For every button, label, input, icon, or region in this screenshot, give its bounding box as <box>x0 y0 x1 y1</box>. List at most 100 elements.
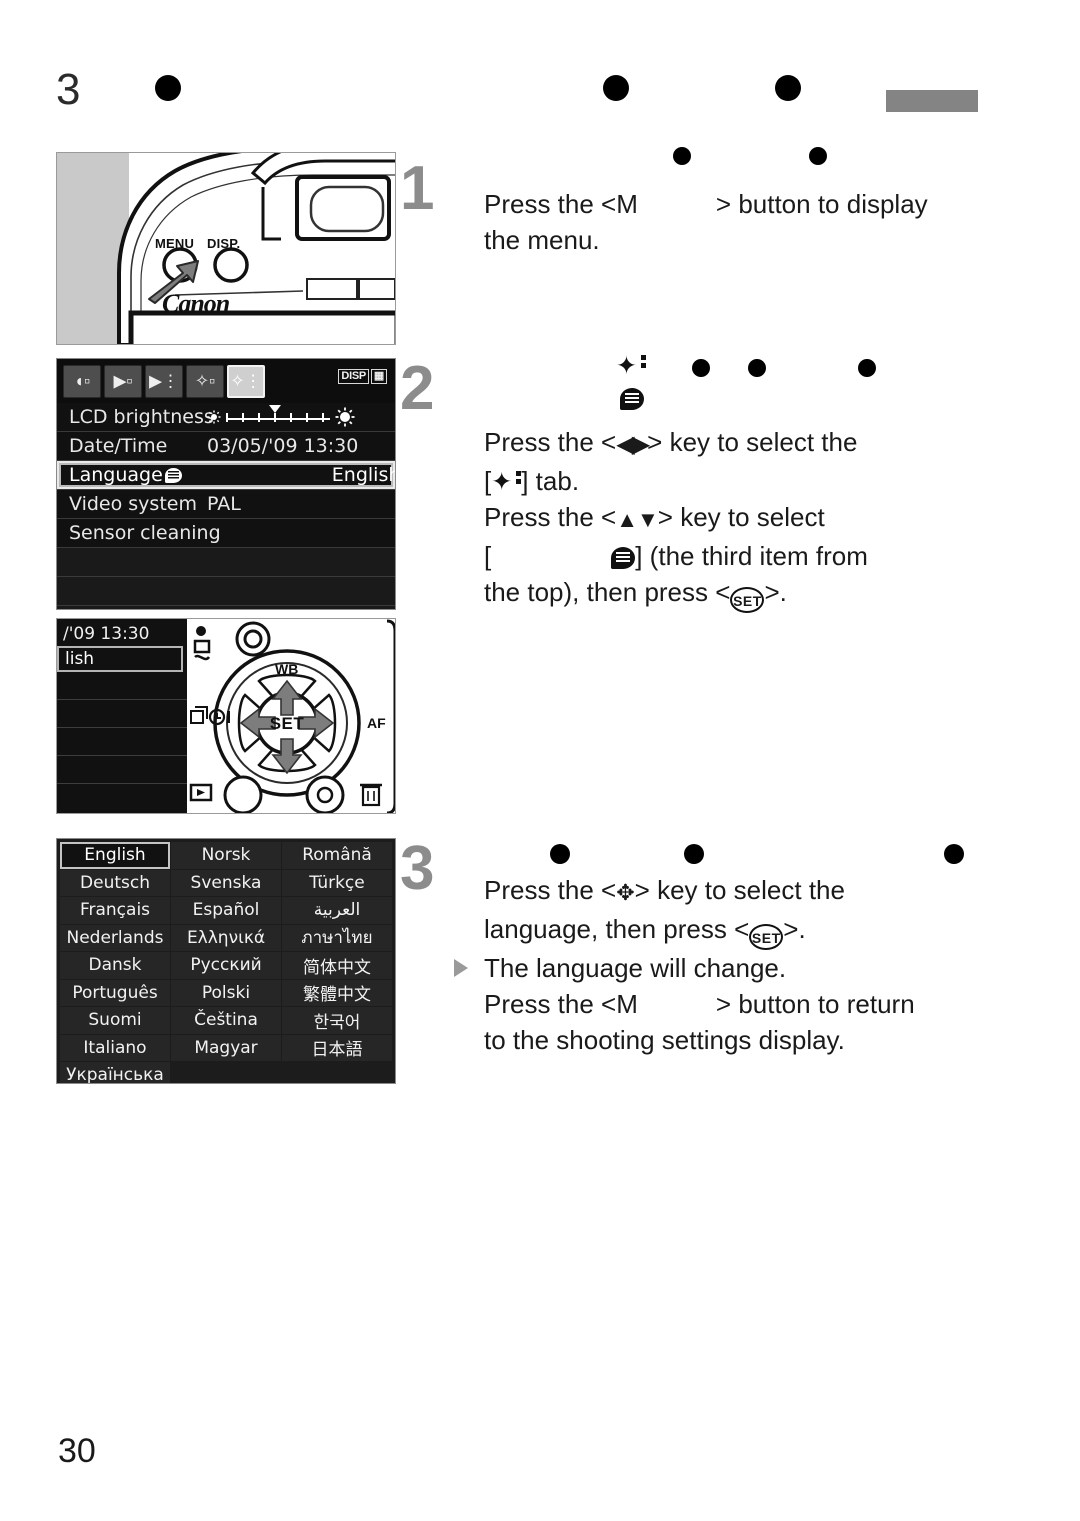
instruction-step-2: ✦ Press the <◀▶> key to select the [✦] t… <box>484 348 1029 613</box>
step1-text: Press the <M > button to display the menu… <box>484 186 1029 258</box>
lcd-blank-row <box>57 756 187 784</box>
lcd-blank-row <box>57 728 187 756</box>
step3-line-3: The language will change. <box>454 950 1029 986</box>
redaction-dot <box>748 359 766 377</box>
lcd-blank-row <box>57 672 187 700</box>
language-cell[interactable]: Norsk <box>171 842 281 869</box>
instruction-step-3: Press the <✥> key to select the language… <box>454 838 1029 1058</box>
play-icon: ▶⋮ <box>148 371 180 391</box>
menu-row-date-time[interactable]: Date/Time 03/05/'09 13:30 <box>57 432 395 461</box>
step2-line1-pre: Press the < <box>484 427 617 457</box>
step3-line-1: Press the <✥> key to select the <box>484 872 1029 911</box>
language-cell[interactable]: Nederlands <box>60 924 170 951</box>
language-cell[interactable]: 简体中文 <box>282 952 392 979</box>
menu-tab-bar: ◖▫ ▶▫ ▶⋮ ✧▫ ✧⋮ DISP ▦ <box>57 359 395 403</box>
step2-line-4: [] (the third item from <box>484 538 1029 574</box>
language-cell[interactable]: Suomi <box>60 1007 170 1034</box>
disp-badge: DISP ▦ <box>338 369 387 384</box>
language-cell[interactable]: 繁體中文 <box>282 979 392 1006</box>
menu-row-empty <box>57 577 395 606</box>
menu-row-label: Date/Time <box>69 435 168 457</box>
step2-text: Press the <◀▶> key to select the [✦] tab… <box>484 424 1029 613</box>
language-cell[interactable]: Русский <box>171 952 281 979</box>
instruction-step-1: Press the <M > button to display the menu… <box>484 186 1029 258</box>
wrench-tab-icon: ✦ <box>616 352 646 379</box>
language-cell[interactable]: Română <box>282 842 392 869</box>
language-cell[interactable]: Dansk <box>60 952 170 979</box>
redaction-dot <box>603 75 629 101</box>
step3-line-5: to the shooting settings display. <box>484 1025 845 1055</box>
lcd-selected-language: lish <box>57 646 183 672</box>
step3-line1-post: > key to select the <box>634 875 845 905</box>
menu-tab-setup-2[interactable]: ✧⋮ <box>227 364 265 398</box>
language-cell[interactable]: Italiano <box>60 1034 170 1061</box>
menu-tab-shooting-1[interactable]: ◖▫ <box>63 364 101 398</box>
set-button-icon: SET <box>749 924 784 950</box>
step1-line1-pre: Press the <M <box>484 189 638 219</box>
menu-row-sensor-cleaning[interactable]: Sensor cleaning <box>57 519 395 548</box>
af-label: AF <box>367 715 386 731</box>
menu-tab-setup-1[interactable]: ✧▫ <box>186 364 224 398</box>
language-cell[interactable]: ภาษาไทย <box>282 924 392 951</box>
redaction-dot <box>775 75 801 101</box>
language-cell[interactable]: Español <box>171 897 281 924</box>
language-cell[interactable]: Polski <box>171 979 281 1006</box>
menu-row-value: English <box>331 464 396 486</box>
step2-heading-row-2 <box>484 388 1029 424</box>
lcd-brightness-slider[interactable] <box>207 405 355 427</box>
language-cell[interactable]: Türkçe <box>282 869 392 896</box>
step2-line5-post: >. <box>764 577 787 607</box>
language-cell[interactable]: Ελληνικά <box>171 924 281 951</box>
step2-line3-post: > key to select <box>657 502 825 532</box>
step3-heading-row <box>484 838 1029 872</box>
menu-tab-playback-2[interactable]: ▶⋮ <box>145 364 183 398</box>
step2-line2-post: ] tab. <box>521 466 580 496</box>
language-bubble-icon <box>620 388 644 410</box>
dpad-lcd-crop: /'09 13:30 lish <box>57 619 187 813</box>
wrench-dots <box>516 471 522 487</box>
step2-line4-post: ] (the third item from <box>635 541 868 571</box>
step2-line-2: [✦] tab. <box>484 463 1029 499</box>
language-grid: English Norsk Română Deutsch Svenska Tür… <box>60 842 392 1083</box>
redaction-dot <box>550 844 570 864</box>
step1-line1-post: > button to display <box>715 189 928 219</box>
language-cell[interactable]: Português <box>60 979 170 1006</box>
language-cell[interactable]: 日本語 <box>282 1034 392 1061</box>
menu-row-lcd-brightness[interactable]: LCD brightness <box>57 403 395 432</box>
left-right-arrow-icon: ◀▶ <box>616 431 650 458</box>
language-cell[interactable]: Українська <box>60 1062 170 1083</box>
menu-row-label: LCD brightness <box>69 406 214 428</box>
language-cell[interactable]: العربية <box>282 897 392 924</box>
up-down-arrow-icon: ▲▼ <box>616 507 659 532</box>
dpad-panel: WB AF SET <box>187 619 395 813</box>
sun-large-icon <box>335 407 355 427</box>
language-cell[interactable]: Čeština <box>171 1007 281 1034</box>
step1-line-2: the menu. <box>484 225 600 255</box>
page-number: 30 <box>58 1432 96 1470</box>
language-cell[interactable]: Svenska <box>171 869 281 896</box>
menu-row-video-system[interactable]: Video system PAL <box>57 490 395 519</box>
disp-label: DISP <box>338 369 369 384</box>
figure-dpad-controls: /'09 13:30 lish WB AF SET <box>56 618 396 814</box>
language-cell[interactable]: Deutsch <box>60 869 170 896</box>
menu-tab-playback-1[interactable]: ▶▫ <box>104 364 142 398</box>
step-number-1: 1 <box>400 154 435 223</box>
figure-camera-menu-button: MENU DISP. Canon <box>56 152 396 345</box>
menu-row-label-text: Language <box>69 464 163 486</box>
wrench-dots <box>641 355 646 371</box>
chapter-number: 3 <box>56 65 81 114</box>
language-cell[interactable]: Français <box>60 897 170 924</box>
grid-icon: ▦ <box>370 369 387 384</box>
menu-row-empty <box>57 606 395 609</box>
wrench-icon: ✧▫ <box>194 371 216 391</box>
language-bubble-icon <box>611 547 636 569</box>
language-cell[interactable]: 한국어 <box>282 1007 392 1034</box>
redaction-bar <box>886 90 978 112</box>
step2-line-5: the top), then press < SET >. <box>484 574 1029 613</box>
language-cell-empty <box>282 1062 392 1083</box>
step3-line-4: Press the <M > button to return <box>484 986 1029 1022</box>
menu-row-language[interactable]: Language English <box>57 461 395 490</box>
step1-line-1: Press the <M > button to display <box>484 186 1029 222</box>
language-cell[interactable]: Magyar <box>171 1034 281 1061</box>
language-cell-english[interactable]: English <box>60 842 170 869</box>
